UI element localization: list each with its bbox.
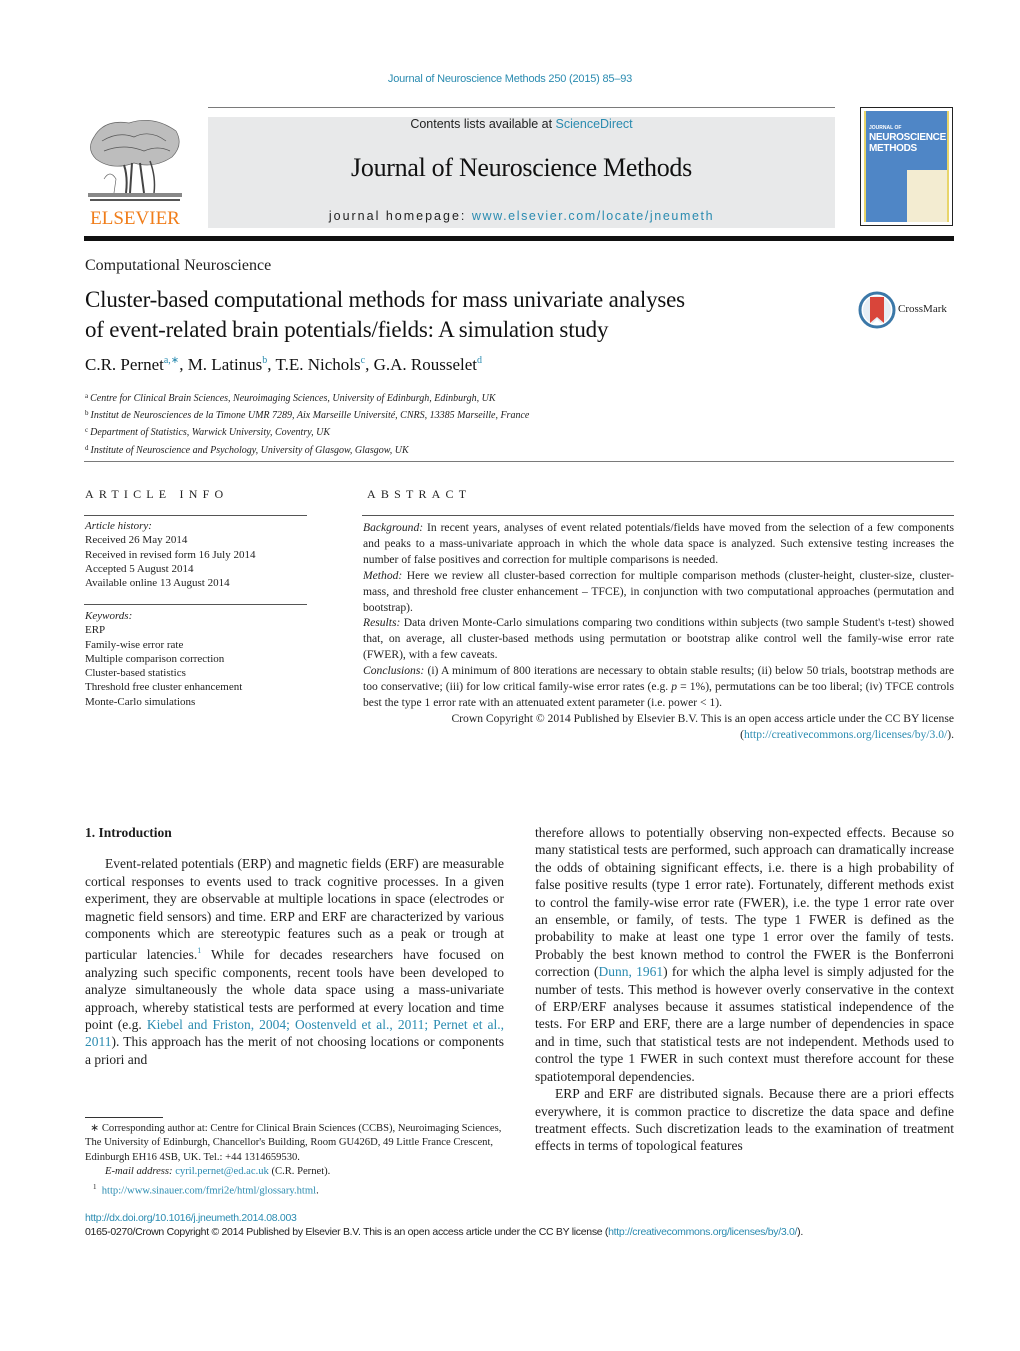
affiliation: d Institute of Neuroscience and Psycholog…	[85, 443, 409, 456]
article-history: Article history: Received 26 May 2014 Re…	[85, 519, 255, 590]
email-footnote: E-mail address: cyril.pernet@ed.ac.uk (C…	[105, 1166, 331, 1178]
journal-title: Journal of Neuroscience Methods	[351, 153, 692, 182]
masthead-bottom-rule	[84, 236, 954, 241]
contents-prefix: Contents lists available at	[410, 117, 556, 131]
abstract-divider	[362, 515, 954, 516]
keyword: Threshold free cluster enhancement	[85, 681, 243, 694]
crossmark-badge[interactable]: CrossMark	[858, 290, 958, 330]
cover-panel	[907, 170, 947, 222]
keyword: ERP	[85, 624, 106, 637]
doi-link[interactable]: http://dx.doi.org/10.1016/j.jneumeth.201…	[85, 1212, 297, 1224]
keyword: Family-wise error rate	[85, 638, 184, 651]
article-info-heading: ARTICLE INFO	[85, 487, 229, 501]
section-heading-introduction: 1. Introduction	[85, 825, 172, 840]
abstract-copyright: Crown Copyright © 2014 Published by Else…	[451, 711, 954, 741]
masthead: Contents lists available at ScienceDirec…	[208, 117, 835, 228]
sciencedirect-link[interactable]: ScienceDirect	[556, 117, 633, 131]
article-title-line1: Cluster-based computational methods for …	[85, 287, 685, 312]
header-divider	[84, 461, 954, 462]
cc-license-link-footer[interactable]: http://creativecommons.org/licenses/by/3…	[608, 1226, 797, 1238]
abstract-heading: ABSTRACT	[367, 487, 472, 501]
email-link[interactable]: cyril.pernet@ed.ac.uk	[175, 1166, 269, 1177]
article-history-label: Article history:	[85, 520, 152, 532]
history-item: Available online 13 August 2014	[85, 577, 230, 590]
elsevier-wordmark: ELSEVIER	[90, 208, 180, 229]
cover-title-line1: NEUROSCIENCE	[869, 132, 946, 143]
body-column-left: 1. Introduction Event-related potentials…	[85, 824, 504, 1068]
author-affiliation-marker[interactable]: c	[361, 355, 365, 366]
body-column-right: therefore allows to potentially observin…	[535, 824, 954, 1155]
abstract-conclusions: Conclusions: (i) A minimum of 800 iterat…	[363, 664, 954, 709]
cover-title: NEUROSCIENCE METHODS	[869, 132, 946, 154]
keyword: Multiple comparison correction	[85, 652, 225, 665]
masthead-top-rule	[208, 107, 835, 108]
article-title-line2: of event-related brain potentials/fields…	[85, 317, 609, 342]
keyword-list: Keywords: ERP Family-wise error rate Mul…	[85, 609, 242, 709]
cc-license-link[interactable]: http://creativecommons.org/licenses/by/3…	[744, 728, 947, 741]
affiliation-list: a Centre for Clinical Brain Sciences, Neu…	[85, 389, 529, 458]
history-item: Accepted 5 August 2014	[85, 562, 194, 575]
crossmark-label: CrossMark	[898, 303, 947, 315]
cover-title-line2: METHODS	[869, 143, 917, 154]
glossary-link[interactable]: http://www.sinauer.com/fmri2e/html/gloss…	[102, 1185, 316, 1196]
footnote-1: 1 http://www.sinauer.com/fmri2e/html/glo…	[92, 1182, 319, 1197]
article-info-divider	[84, 515, 307, 516]
footnotes: ∗ Corresponding author at: Centre for Cl…	[85, 1122, 504, 1199]
author[interactable]: M. Latinusb	[188, 355, 268, 374]
homepage-prefix: journal homepage:	[328, 209, 472, 223]
issn-copyright-line: 0165-0270/Crown Copyright © 2014 Publish…	[85, 1226, 803, 1238]
footnote-divider	[85, 1117, 163, 1118]
journal-reference[interactable]: Journal of Neuroscience Methods 250 (201…	[0, 73, 1020, 85]
journal-cover-thumbnail[interactable]: JOURNAL OF NEUROSCIENCE METHODS	[860, 107, 953, 226]
author-affiliation-marker[interactable]: d	[477, 355, 482, 366]
crossmark-icon	[858, 291, 896, 329]
author-affiliation-marker[interactable]: a,∗	[164, 355, 179, 366]
body-paragraph: ERP and ERF are distributed signals. Bec…	[535, 1086, 954, 1154]
affiliation: a Centre for Clinical Brain Sciences, Neu…	[85, 392, 496, 404]
corresponding-author-footnote: ∗ Corresponding author at: Centre for Cl…	[85, 1123, 502, 1163]
body-paragraph: Event-related potentials (ERP) and magne…	[85, 856, 504, 1067]
journal-cover-image: JOURNAL OF NEUROSCIENCE METHODS	[864, 111, 949, 222]
author[interactable]: T.E. Nicholsc	[276, 355, 366, 374]
keywords-divider	[84, 604, 307, 605]
keywords-label: Keywords:	[85, 610, 133, 622]
article-section-label: Computational Neuroscience	[85, 257, 272, 274]
contents-line: Contents lists available at ScienceDirec…	[208, 117, 835, 131]
abstract-method: Method: Here we review all cluster-based…	[363, 568, 954, 614]
body-paragraph: therefore allows to potentially observin…	[535, 825, 954, 1084]
journal-homepage-link[interactable]: www.elsevier.com/locate/jneumeth	[472, 209, 714, 223]
author-list: C.R. Perneta,∗, M. Latinusb, T.E. Nichol…	[85, 355, 483, 374]
elsevier-tree-icon	[88, 120, 182, 201]
history-item: Received 26 May 2014	[85, 534, 188, 547]
keyword: Monte-Carlo simulations	[85, 695, 196, 708]
journal-homepage-line: journal homepage: www.elsevier.com/locat…	[208, 209, 835, 223]
article-title: Cluster-based computational methods for …	[85, 285, 835, 345]
author-affiliation-marker[interactable]: b	[262, 355, 267, 366]
affiliation: b Institut de Neurosciences de la Timone …	[85, 409, 530, 422]
citation-link[interactable]: Dunn, 1961	[598, 964, 663, 979]
author[interactable]: G.A. Rousseletd	[374, 355, 482, 374]
abstract-background: Background: In recent years, analyses of…	[363, 521, 954, 566]
abstract-results: Results: Data driven Monte-Carlo simulat…	[363, 616, 954, 662]
keyword: Cluster-based statistics	[85, 667, 186, 680]
abstract-body: Background: In recent years, analyses of…	[363, 520, 954, 743]
cover-small-text: JOURNAL OF	[869, 125, 902, 131]
elsevier-logo[interactable]: ELSEVIER	[84, 117, 186, 229]
history-item: Received in revised form 16 July 2014	[85, 548, 256, 561]
affiliation: c Department of Statistics, Warwick Unive…	[85, 426, 330, 439]
author[interactable]: C.R. Perneta,∗	[85, 355, 179, 374]
